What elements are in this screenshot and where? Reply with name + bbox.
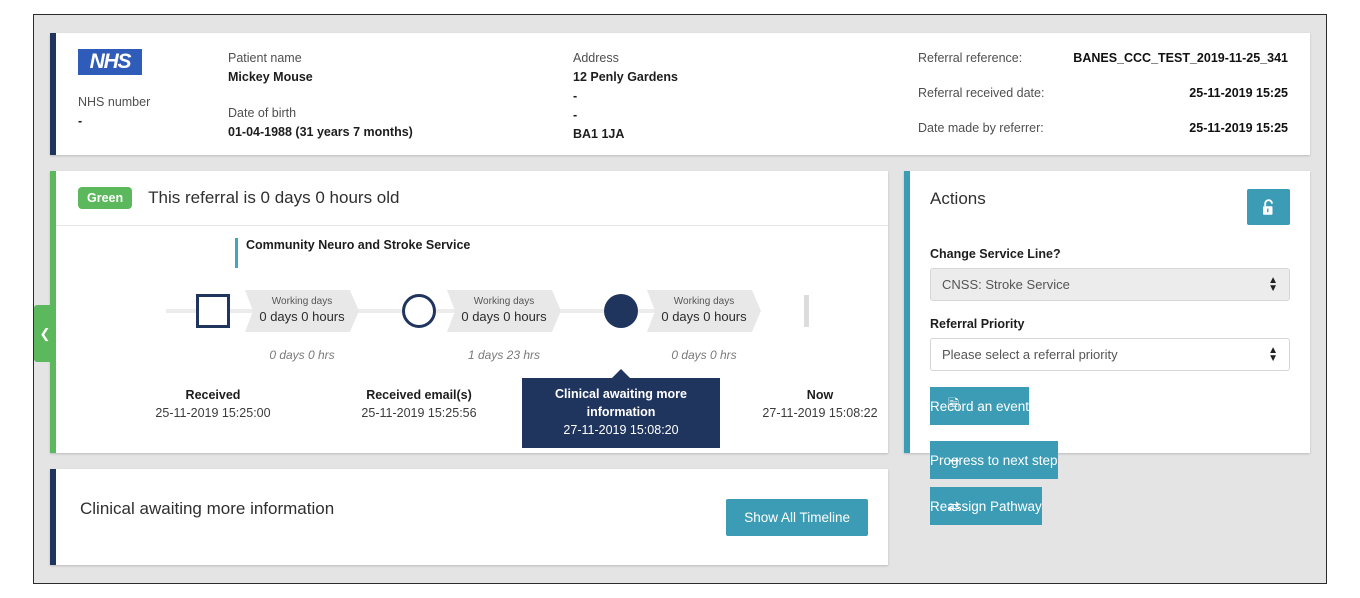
actions-title: Actions: [930, 189, 986, 209]
date-made-row: Date made by referrer: 25-11-2019 15:25: [918, 121, 1288, 135]
chevron-updown-icon: ▲▼: [1268, 347, 1278, 363]
filled-circle-node-icon: [604, 294, 638, 328]
unlock-icon: [1262, 199, 1276, 216]
address-label: Address: [573, 49, 918, 68]
referral-meta-column: Referral reference: BANES_CCC_TEST_2019-…: [918, 49, 1288, 155]
timeline-collapse-toggle[interactable]: ❮: [34, 305, 56, 362]
working-days-badge-1: Working days 0 days 0 hours: [245, 290, 359, 332]
service-line-bar: [235, 238, 238, 268]
logo-column: NHS NHS number -: [78, 49, 228, 155]
referral-reference-value: BANES_CCC_TEST_2019-11-25_341: [1073, 51, 1288, 65]
address-postcode: BA1 1JA: [573, 125, 918, 144]
milestone-label-received: Received 25-11-2019 15:25:00: [120, 386, 306, 422]
elapsed-time-2: 1 days 23 hrs: [439, 348, 569, 362]
working-days-value-2: 0 days 0 hours: [447, 308, 561, 325]
milestone-timestamp: 27-11-2019 15:08:20: [522, 421, 720, 439]
middle-region: ❮ Green This referral is 0 days 0 hours …: [50, 171, 1310, 453]
reassign-pathway-button[interactable]: ⇄ Reassign Pathway: [930, 487, 1042, 525]
milestone-node-received[interactable]: [196, 294, 230, 328]
working-days-value-3: 0 days 0 hours: [647, 308, 761, 325]
nhs-logo: NHS: [78, 49, 142, 75]
milestone-label-received-emails: Received email(s) 25-11-2019 15:25:56: [326, 386, 512, 422]
application-frame: NHS NHS number - Patient name Mickey Mou…: [33, 14, 1327, 584]
arrow-right-icon: ➞: [948, 452, 960, 469]
timeline-track: Working days 0 days 0 hours Working days…: [56, 286, 888, 336]
referral-priority-label: Referral Priority: [930, 317, 1290, 331]
shuffle-icon: ⇄: [948, 498, 960, 515]
service-line-marker: Community Neuro and Stroke Service: [235, 238, 470, 268]
milestone-timestamp: 25-11-2019 15:25:56: [326, 404, 512, 422]
patient-name-label: Patient name: [228, 49, 573, 68]
show-all-timeline-button[interactable]: Show All Timeline: [726, 499, 868, 536]
referral-received-row: Referral received date: 25-11-2019 15:25: [918, 86, 1288, 100]
date-of-birth-value: 01-04-1988 (31 years 7 months): [228, 123, 573, 142]
milestone-name: Received: [120, 386, 306, 404]
referral-reference-label: Referral reference:: [918, 51, 1022, 65]
address-line-1: 12 Penly Gardens: [573, 68, 918, 87]
patient-column: Patient name Mickey Mouse Date of birth …: [228, 49, 573, 155]
unlock-icon-button[interactable]: [1247, 189, 1290, 225]
milestone-timestamp: 27-11-2019 15:08:22: [727, 404, 913, 422]
patient-name-value: Mickey Mouse: [228, 68, 573, 87]
change-service-line-label: Change Service Line?: [930, 247, 1290, 261]
service-line-name: Community Neuro and Stroke Service: [246, 238, 470, 252]
actions-header: Actions: [930, 189, 1290, 225]
referral-reference-row: Referral reference: BANES_CCC_TEST_2019-…: [918, 51, 1288, 65]
reassign-pathway-label: Reassign Pathway: [930, 499, 1042, 514]
actions-panel: Actions Change Service Line? CNSS: Strok…: [904, 171, 1310, 453]
referral-priority-select[interactable]: Please select a referral priority ▲▼: [930, 338, 1290, 371]
nhs-number-value: -: [78, 112, 228, 131]
spacer: [228, 87, 573, 104]
working-days-value-1: 0 days 0 hours: [245, 308, 359, 325]
date-made-label: Date made by referrer:: [918, 121, 1044, 135]
patient-header-card: NHS NHS number - Patient name Mickey Mou…: [50, 33, 1310, 155]
circle-node-icon: [402, 294, 436, 328]
referral-received-value: 25-11-2019 15:25: [1189, 86, 1288, 100]
working-days-title-2: Working days: [447, 290, 561, 308]
date-of-birth-label: Date of birth: [228, 104, 573, 123]
timeline-card: ❮ Green This referral is 0 days 0 hours …: [50, 171, 888, 453]
current-status-text: Clinical awaiting more information: [80, 499, 334, 519]
milestone-name: Clinical awaiting more information: [522, 385, 720, 421]
record-an-event-label: Record an event: [930, 399, 1029, 414]
milestone-label-clinical-awaiting: Clinical awaiting more information 27-11…: [522, 378, 720, 448]
address-line-2: -: [573, 87, 918, 106]
milestone-node-now[interactable]: [804, 294, 809, 327]
date-made-value: 25-11-2019 15:25: [1189, 121, 1288, 135]
milestone-name: Now: [727, 386, 913, 404]
record-an-event-button[interactable]: 🗎 Record an event: [930, 387, 1029, 425]
referral-priority-placeholder: Please select a referral priority: [942, 347, 1118, 362]
address-line-3: -: [573, 106, 918, 125]
rag-status-badge: Green: [78, 187, 132, 209]
address-column: Address 12 Penly Gardens - - BA1 1JA: [573, 49, 918, 155]
chevron-updown-icon: ▲▼: [1268, 277, 1278, 293]
square-node-icon: [196, 294, 230, 328]
timeline-body: Community Neuro and Stroke Service: [56, 226, 888, 438]
working-days-badge-2: Working days 0 days 0 hours: [447, 290, 561, 332]
elapsed-time-3: 0 days 0 hrs: [639, 348, 769, 362]
working-days-title-3: Working days: [647, 290, 761, 308]
end-bar-icon: [804, 295, 809, 327]
service-line-select[interactable]: CNSS: Stroke Service ▲▼: [930, 268, 1290, 301]
elapsed-time-1: 0 days 0 hrs: [237, 348, 367, 362]
milestone-node-clinical-awaiting[interactable]: [604, 294, 638, 328]
timeline-status-row: Green This referral is 0 days 0 hours ol…: [56, 171, 888, 226]
referral-age-text: This referral is 0 days 0 hours old: [148, 188, 399, 208]
referral-received-label: Referral received date:: [918, 86, 1044, 100]
service-line-selected-value: CNSS: Stroke Service: [942, 277, 1070, 292]
milestone-timestamp: 25-11-2019 15:25:00: [120, 404, 306, 422]
clipboard-icon: 🗎: [948, 394, 959, 418]
working-days-badge-3: Working days 0 days 0 hours: [647, 290, 761, 332]
milestone-name: Received email(s): [326, 386, 512, 404]
nhs-number-label: NHS number: [78, 93, 228, 112]
milestone-label-now: Now 27-11-2019 15:08:22: [727, 386, 913, 422]
progress-to-next-step-button[interactable]: ➞ Progress to next step: [930, 441, 1058, 479]
milestone-node-received-emails[interactable]: [402, 294, 436, 328]
working-days-title-1: Working days: [245, 290, 359, 308]
current-status-card: Clinical awaiting more information Show …: [50, 469, 888, 565]
